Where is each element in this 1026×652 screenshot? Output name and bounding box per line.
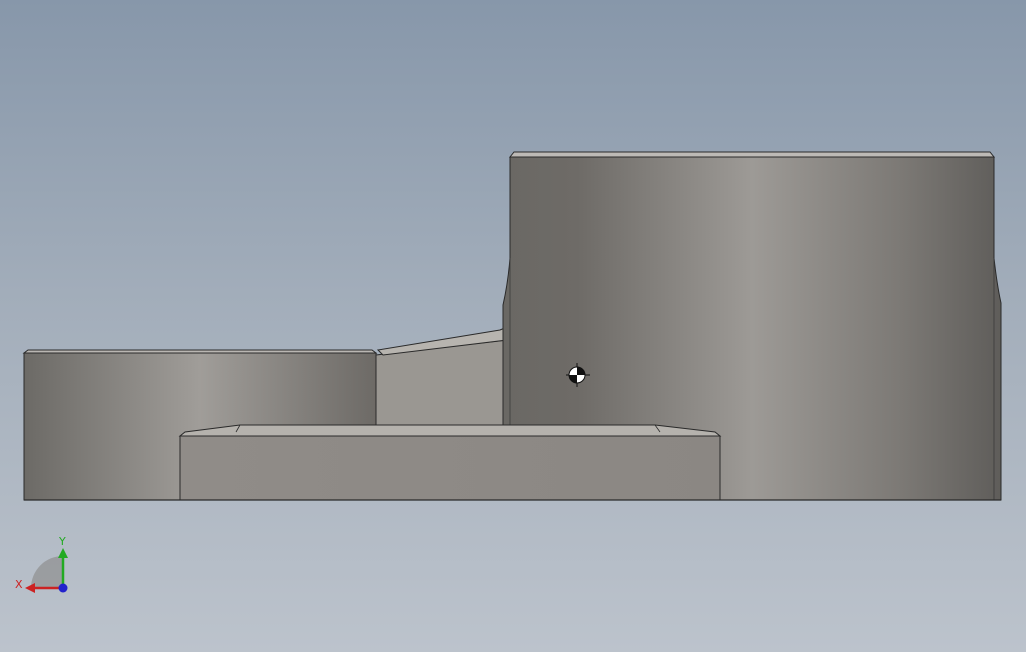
z-axis-dot-icon xyxy=(58,583,68,593)
connecting-rib xyxy=(375,326,508,431)
cad-graphics-viewport[interactable]: Y X xyxy=(0,0,1026,652)
view-orientation-triad[interactable]: Y X xyxy=(15,535,68,593)
y-axis-label: Y xyxy=(58,535,66,548)
x-axis-label: X xyxy=(15,578,23,591)
base-flange xyxy=(178,424,722,501)
triad-plane-icon xyxy=(31,556,63,588)
model-canvas[interactable]: Y X xyxy=(0,0,1026,652)
